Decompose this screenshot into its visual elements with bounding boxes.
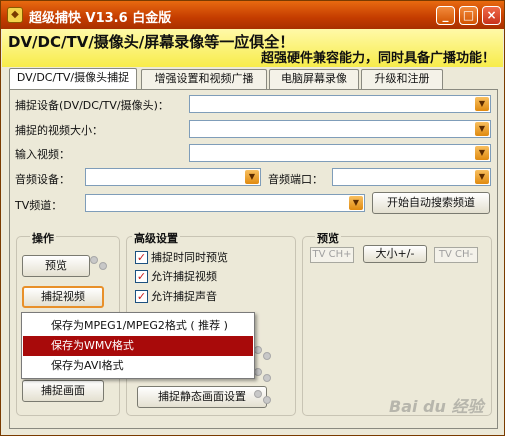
auto-search-channel-button[interactable]: 开始自动搜索频道 [372, 192, 490, 214]
gear-icon [90, 256, 110, 274]
app-icon: ◆ [7, 7, 23, 23]
chevron-down-icon: ▼ [475, 146, 489, 160]
banner-line-2: 超强硬件兼容能力，同时具备广播功能！ [260, 51, 495, 66]
maximize-button[interactable]: □ [459, 6, 478, 25]
input-video-select[interactable]: ▼ [189, 144, 491, 162]
menu-item-save-mpeg[interactable]: 保存为MPEG1/MPEG2格式 ( 推荐 ) [23, 316, 253, 336]
audio-port-label: 音频端口： [268, 173, 323, 186]
video-size-label: 捕捉的视频大小： [15, 124, 103, 137]
preview-title: 预览 [315, 230, 341, 246]
banner-line-1: DV/DC/TV/摄像头/屏幕录像等一应俱全！ [8, 33, 295, 51]
chevron-down-icon: ▼ [245, 170, 259, 184]
audio-device-label: 音频设备： [15, 173, 70, 186]
preview-group [302, 236, 492, 416]
advanced-settings-title: 高级设置 [132, 230, 180, 246]
menu-item-save-wmv[interactable]: 保存为WMV格式 [23, 336, 253, 356]
tv-channel-down-button[interactable]: TV CH- [434, 247, 478, 263]
watermark: Bai du 经验 [389, 397, 484, 416]
save-format-menu: 保存为MPEG1/MPEG2格式 ( 推荐 ) 保存为WMV格式 保存为AVI格… [21, 312, 255, 379]
video-size-select[interactable]: ▼ [189, 120, 491, 138]
tab-upgrade-register[interactable]: 升级和注册 [361, 69, 443, 89]
close-button[interactable]: × [482, 6, 501, 25]
minimize-button[interactable]: _ [436, 6, 455, 25]
tv-channel-select[interactable]: ▼ [85, 194, 365, 212]
size-adjust-button[interactable]: 大小+/- [363, 245, 427, 263]
gear-icon [254, 368, 274, 386]
checkbox-checked-icon: ✓ [135, 290, 148, 303]
tab-enhanced-broadcast[interactable]: 增强设置和视频广播 [141, 69, 267, 89]
capture-video-button[interactable]: 捕捉视频 [22, 286, 104, 308]
checkbox-checked-icon: ✓ [135, 270, 148, 283]
audio-port-select[interactable]: ▼ [332, 168, 491, 186]
title-bar[interactable]: ◆ 超级捕快 V13.6 白金版 _ □ × [1, 1, 504, 29]
checkbox-checked-icon: ✓ [135, 251, 148, 264]
capture-device-label: 捕捉设备(DV/DC/TV/摄像头)： [15, 99, 169, 112]
window-title: 超级捕快 V13.6 白金版 [29, 11, 172, 26]
promo-banner: DV/DC/TV/摄像头/屏幕录像等一应俱全！ 超强硬件兼容能力，同时具备广播功… [2, 29, 503, 67]
chevron-down-icon: ▼ [349, 196, 363, 210]
capture-device-select[interactable]: ▼ [189, 95, 491, 113]
capture-frame-button[interactable]: 捕捉画面 [22, 380, 104, 402]
preview-button[interactable]: 预览 [22, 255, 90, 277]
chevron-down-icon: ▼ [475, 122, 489, 136]
input-video-label: 输入视频： [15, 148, 70, 161]
still-capture-settings-button[interactable]: 捕捉静态画面设置 [137, 386, 267, 408]
tv-channel-label: TV频道： [15, 199, 63, 212]
tv-channel-up-button[interactable]: TV CH+ [310, 247, 354, 263]
chevron-down-icon: ▼ [475, 97, 489, 111]
operation-title: 操作 [30, 230, 56, 246]
audio-device-select[interactable]: ▼ [85, 168, 261, 186]
chevron-down-icon: ▼ [475, 170, 489, 184]
gear-icon [254, 390, 274, 408]
tab-screen-record[interactable]: 电脑屏幕录像 [269, 69, 359, 89]
app-window: ◆ 超级捕快 V13.6 白金版 _ □ × DV/DC/TV/摄像头/屏幕录像… [0, 0, 505, 436]
gear-icon [254, 346, 274, 364]
menu-item-save-avi[interactable]: 保存为AVI格式 [23, 356, 253, 376]
tab-capture[interactable]: DV/DC/TV/摄像头捕捉 [9, 68, 137, 90]
